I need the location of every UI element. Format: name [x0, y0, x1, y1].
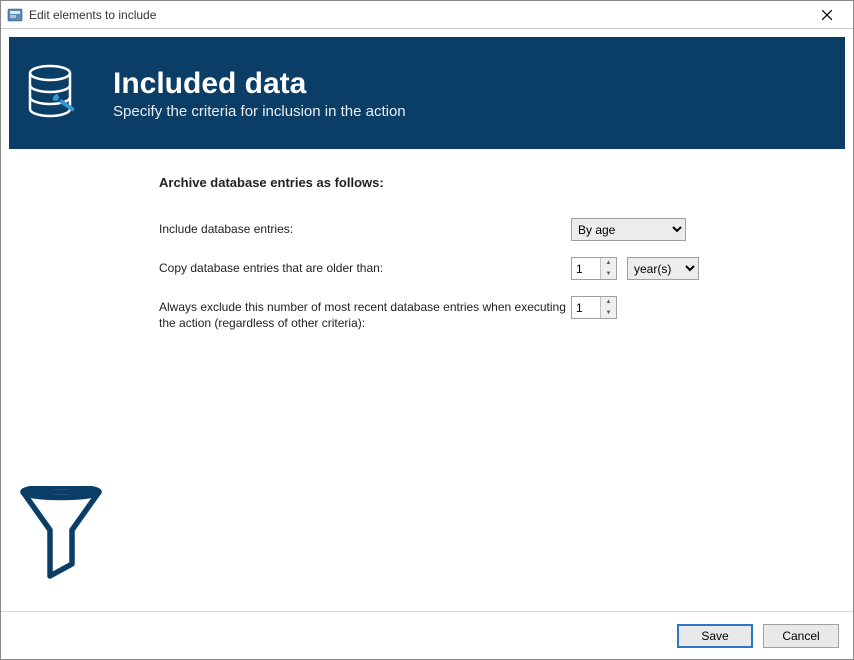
older-than-spinner[interactable]: ▲ ▼ — [571, 257, 617, 280]
older-than-unit-dropdown[interactable]: year(s) — [627, 257, 699, 280]
close-icon — [822, 10, 832, 20]
save-button[interactable]: Save — [677, 624, 753, 648]
header-subtitle: Specify the criteria for inclusion in th… — [113, 103, 406, 120]
exclude-label: Always exclude this number of most recen… — [159, 296, 571, 331]
row-older-than: Copy database entries that are older tha… — [159, 257, 843, 280]
window-close-button[interactable] — [805, 1, 849, 28]
include-label: Include database entries: — [159, 218, 571, 237]
spin-down-icon[interactable]: ▼ — [601, 308, 616, 319]
spin-up-icon[interactable]: ▲ — [601, 258, 616, 269]
row-exclude: Always exclude this number of most recen… — [159, 296, 843, 331]
section-heading: Archive database entries as follows: — [159, 175, 843, 190]
content-area: Archive database entries as follows: Inc… — [1, 157, 853, 357]
spin-down-icon[interactable]: ▼ — [601, 269, 616, 280]
spin-up-icon[interactable]: ▲ — [601, 297, 616, 308]
older-than-label: Copy database entries that are older tha… — [159, 257, 571, 276]
exclude-spinner[interactable]: ▲ ▼ — [571, 296, 617, 319]
footer: Save Cancel — [1, 611, 853, 659]
funnel-icon — [17, 486, 105, 587]
titlebar: Edit elements to include — [1, 1, 853, 29]
database-wrench-icon — [25, 64, 79, 122]
header-text: Included data Specify the criteria for i… — [113, 67, 406, 120]
spinner-buttons: ▲ ▼ — [600, 297, 616, 318]
app-icon — [7, 7, 23, 23]
window-title: Edit elements to include — [29, 8, 805, 22]
row-include: Include database entries: By age — [159, 218, 843, 241]
spinner-buttons: ▲ ▼ — [600, 258, 616, 279]
exclude-input[interactable] — [572, 297, 600, 318]
cancel-button[interactable]: Cancel — [763, 624, 839, 648]
include-dropdown[interactable]: By age — [571, 218, 686, 241]
older-than-input[interactable] — [572, 258, 600, 279]
header-title: Included data — [113, 67, 406, 101]
header-banner: Included data Specify the criteria for i… — [9, 37, 845, 149]
